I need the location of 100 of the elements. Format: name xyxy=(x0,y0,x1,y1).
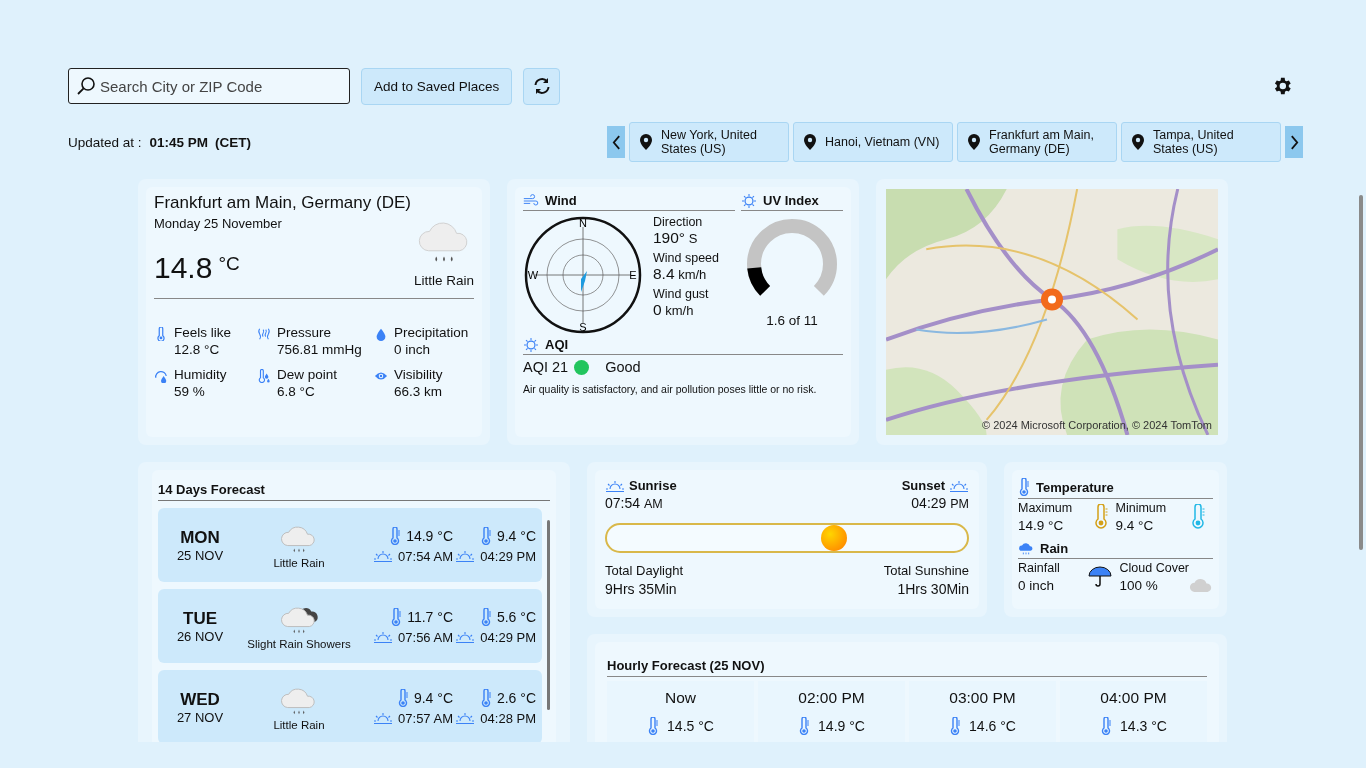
thermometer-icon xyxy=(1191,504,1205,530)
next-button[interactable] xyxy=(1285,126,1303,158)
sunrise-time: 07:54 AM xyxy=(398,548,453,564)
thermometer-icon xyxy=(798,717,811,735)
cloud-cover-label: Cloud Cover xyxy=(1119,561,1189,575)
detail-value: 6.8 °C xyxy=(277,384,316,399)
pin-icon xyxy=(640,134,652,150)
section-title: Temperature xyxy=(1036,479,1114,495)
wind-stat-value: 190° S xyxy=(653,229,699,247)
section-title: Rain xyxy=(1040,541,1069,556)
pressure-icon xyxy=(257,327,271,341)
saved-place[interactable]: New York, United States (US) xyxy=(629,122,789,162)
rainfall-value: 0 inch xyxy=(1018,578,1056,593)
day-condition: Little Rain xyxy=(273,719,325,731)
detail-label: Humidity xyxy=(174,367,227,382)
aqi-value: AQI 21 xyxy=(523,359,569,375)
hour-temperature: 14.3 °C xyxy=(1120,718,1167,734)
day-name: TUE xyxy=(182,608,218,629)
pin-icon xyxy=(1132,134,1144,150)
section-title: UV Index xyxy=(763,193,819,208)
aqi-rating: Good xyxy=(605,359,641,375)
chevron-right-icon xyxy=(1289,134,1299,150)
sunset-icon xyxy=(455,712,476,724)
day-date: 27 NOV xyxy=(175,709,225,725)
sunshine-label: Total Sunshine xyxy=(883,563,969,578)
cloud-cover-value: 100 % xyxy=(1119,578,1159,593)
sunset-time: 04:29 PM xyxy=(910,495,969,511)
saved-place[interactable]: Tampa, United States (US) xyxy=(1121,122,1281,162)
save-place-button[interactable]: Add to Saved Places xyxy=(361,67,513,105)
day-name: MON xyxy=(179,527,221,548)
section-title: 14 Days Forecast xyxy=(158,482,265,497)
day-condition: Little Rain xyxy=(273,557,325,569)
detail-value: 12.8 °C xyxy=(174,342,221,357)
hour-temperature: 14.5 °C xyxy=(667,718,714,734)
max-temperature: 9.4 °C xyxy=(413,689,453,706)
wind-icon xyxy=(523,193,539,208)
hour-temperature: 14.9 °C xyxy=(818,718,865,734)
weather-condition: Little Rain xyxy=(413,273,474,288)
thermometer-icon xyxy=(647,717,660,735)
hour-time: 03:00 PM xyxy=(949,689,1016,707)
sunset-icon xyxy=(455,631,476,643)
saved-place[interactable]: Hanoi, Vietnam (VN) xyxy=(793,122,953,162)
sunrise-icon xyxy=(373,631,394,643)
sunrise-icon xyxy=(605,479,625,492)
thermometer-icon xyxy=(479,607,492,626)
sunshine-value: 1Hrs 30Min xyxy=(896,581,969,597)
refresh-button[interactable] xyxy=(523,67,561,105)
saved-place[interactable]: Frankfurt am Main, Germany (DE) xyxy=(957,122,1117,162)
thermometer-icon xyxy=(390,607,403,626)
forecast-day[interactable]: MON 25 NOV Little Rain 14.9 °C 9.4 °C 07:54 AM 04:29 PM xyxy=(158,508,542,582)
maximum-value: 14.9 °C xyxy=(1018,518,1065,533)
search-icon xyxy=(76,76,96,96)
minimum-label: Minimum xyxy=(1115,501,1168,515)
detail-value: 59 % xyxy=(174,384,206,399)
detail-label: Visibility xyxy=(394,367,443,382)
page-scrollbar[interactable] xyxy=(1359,195,1363,550)
day-date: 25 NOV xyxy=(175,547,225,563)
detail-value: 66.3 km xyxy=(394,384,443,399)
previous-button[interactable] xyxy=(607,126,625,158)
thermometer-icon xyxy=(479,688,492,707)
section-title: AQI xyxy=(545,337,569,352)
wind-stat-value: 0 km/h xyxy=(653,301,695,319)
sunset-time: 04:29 PM xyxy=(480,629,536,645)
temperature-unit: °C xyxy=(218,253,240,274)
forecast-day[interactable]: WED 27 NOV Little Rain 9.4 °C 2.6 °C 07:57 AM 04:28 PM xyxy=(158,670,542,742)
time-zone: (CET) xyxy=(215,134,252,150)
sunset-time: 04:28 PM xyxy=(480,710,536,726)
thermometer-icon xyxy=(1093,504,1108,530)
map-attribution: © 2024 Microsoft Corporation, © 2024 TomTom xyxy=(982,419,1212,431)
wind-stat-value: 8.4 km/h xyxy=(653,265,708,283)
pin-icon xyxy=(804,134,816,150)
sun-icon xyxy=(741,193,757,208)
minimum-value: 9.4 °C xyxy=(1115,518,1155,533)
sunset-icon xyxy=(949,479,969,492)
sun-icon xyxy=(523,337,539,352)
thermometer-icon xyxy=(949,717,962,735)
sunset-icon xyxy=(455,550,476,562)
search-field[interactable]: Search City or ZIP Code xyxy=(68,68,350,104)
thermometer-icon xyxy=(396,688,409,707)
detail-value: 0 inch xyxy=(394,342,432,357)
aqi-description: Air quality is satisfactory, and air pollution poses little or no risk. xyxy=(523,383,818,396)
uv-reading: 1.6 of 11 xyxy=(766,313,818,328)
min-temperature: 2.6 °C xyxy=(496,689,536,706)
humidity-icon xyxy=(154,369,168,383)
min-temperature: 9.4 °C xyxy=(496,527,536,544)
maximum-label: Maximum xyxy=(1018,501,1074,515)
thermometer-icon xyxy=(479,526,492,545)
thermometer-icon xyxy=(389,526,402,545)
scrollbar[interactable] xyxy=(547,520,550,710)
compass-drawing: N E S W xyxy=(523,215,643,335)
sunrise-icon xyxy=(373,550,394,562)
sunrise-time: 07:54 AM xyxy=(605,495,664,511)
hour-time: Now xyxy=(665,689,696,707)
drop-icon xyxy=(374,327,388,341)
umbrella-icon xyxy=(1087,565,1112,589)
current-date: Monday 25 November xyxy=(154,216,283,231)
forecast-day[interactable]: TUE 26 NOV Slight Rain Showers 11.7 °C 5.6 °C 07:56 AM 04:29 PM xyxy=(158,589,542,663)
rainfall-label: Rainfall xyxy=(1018,561,1061,575)
pin-icon xyxy=(968,134,980,150)
hour-temperature: 14.6 °C xyxy=(969,718,1016,734)
